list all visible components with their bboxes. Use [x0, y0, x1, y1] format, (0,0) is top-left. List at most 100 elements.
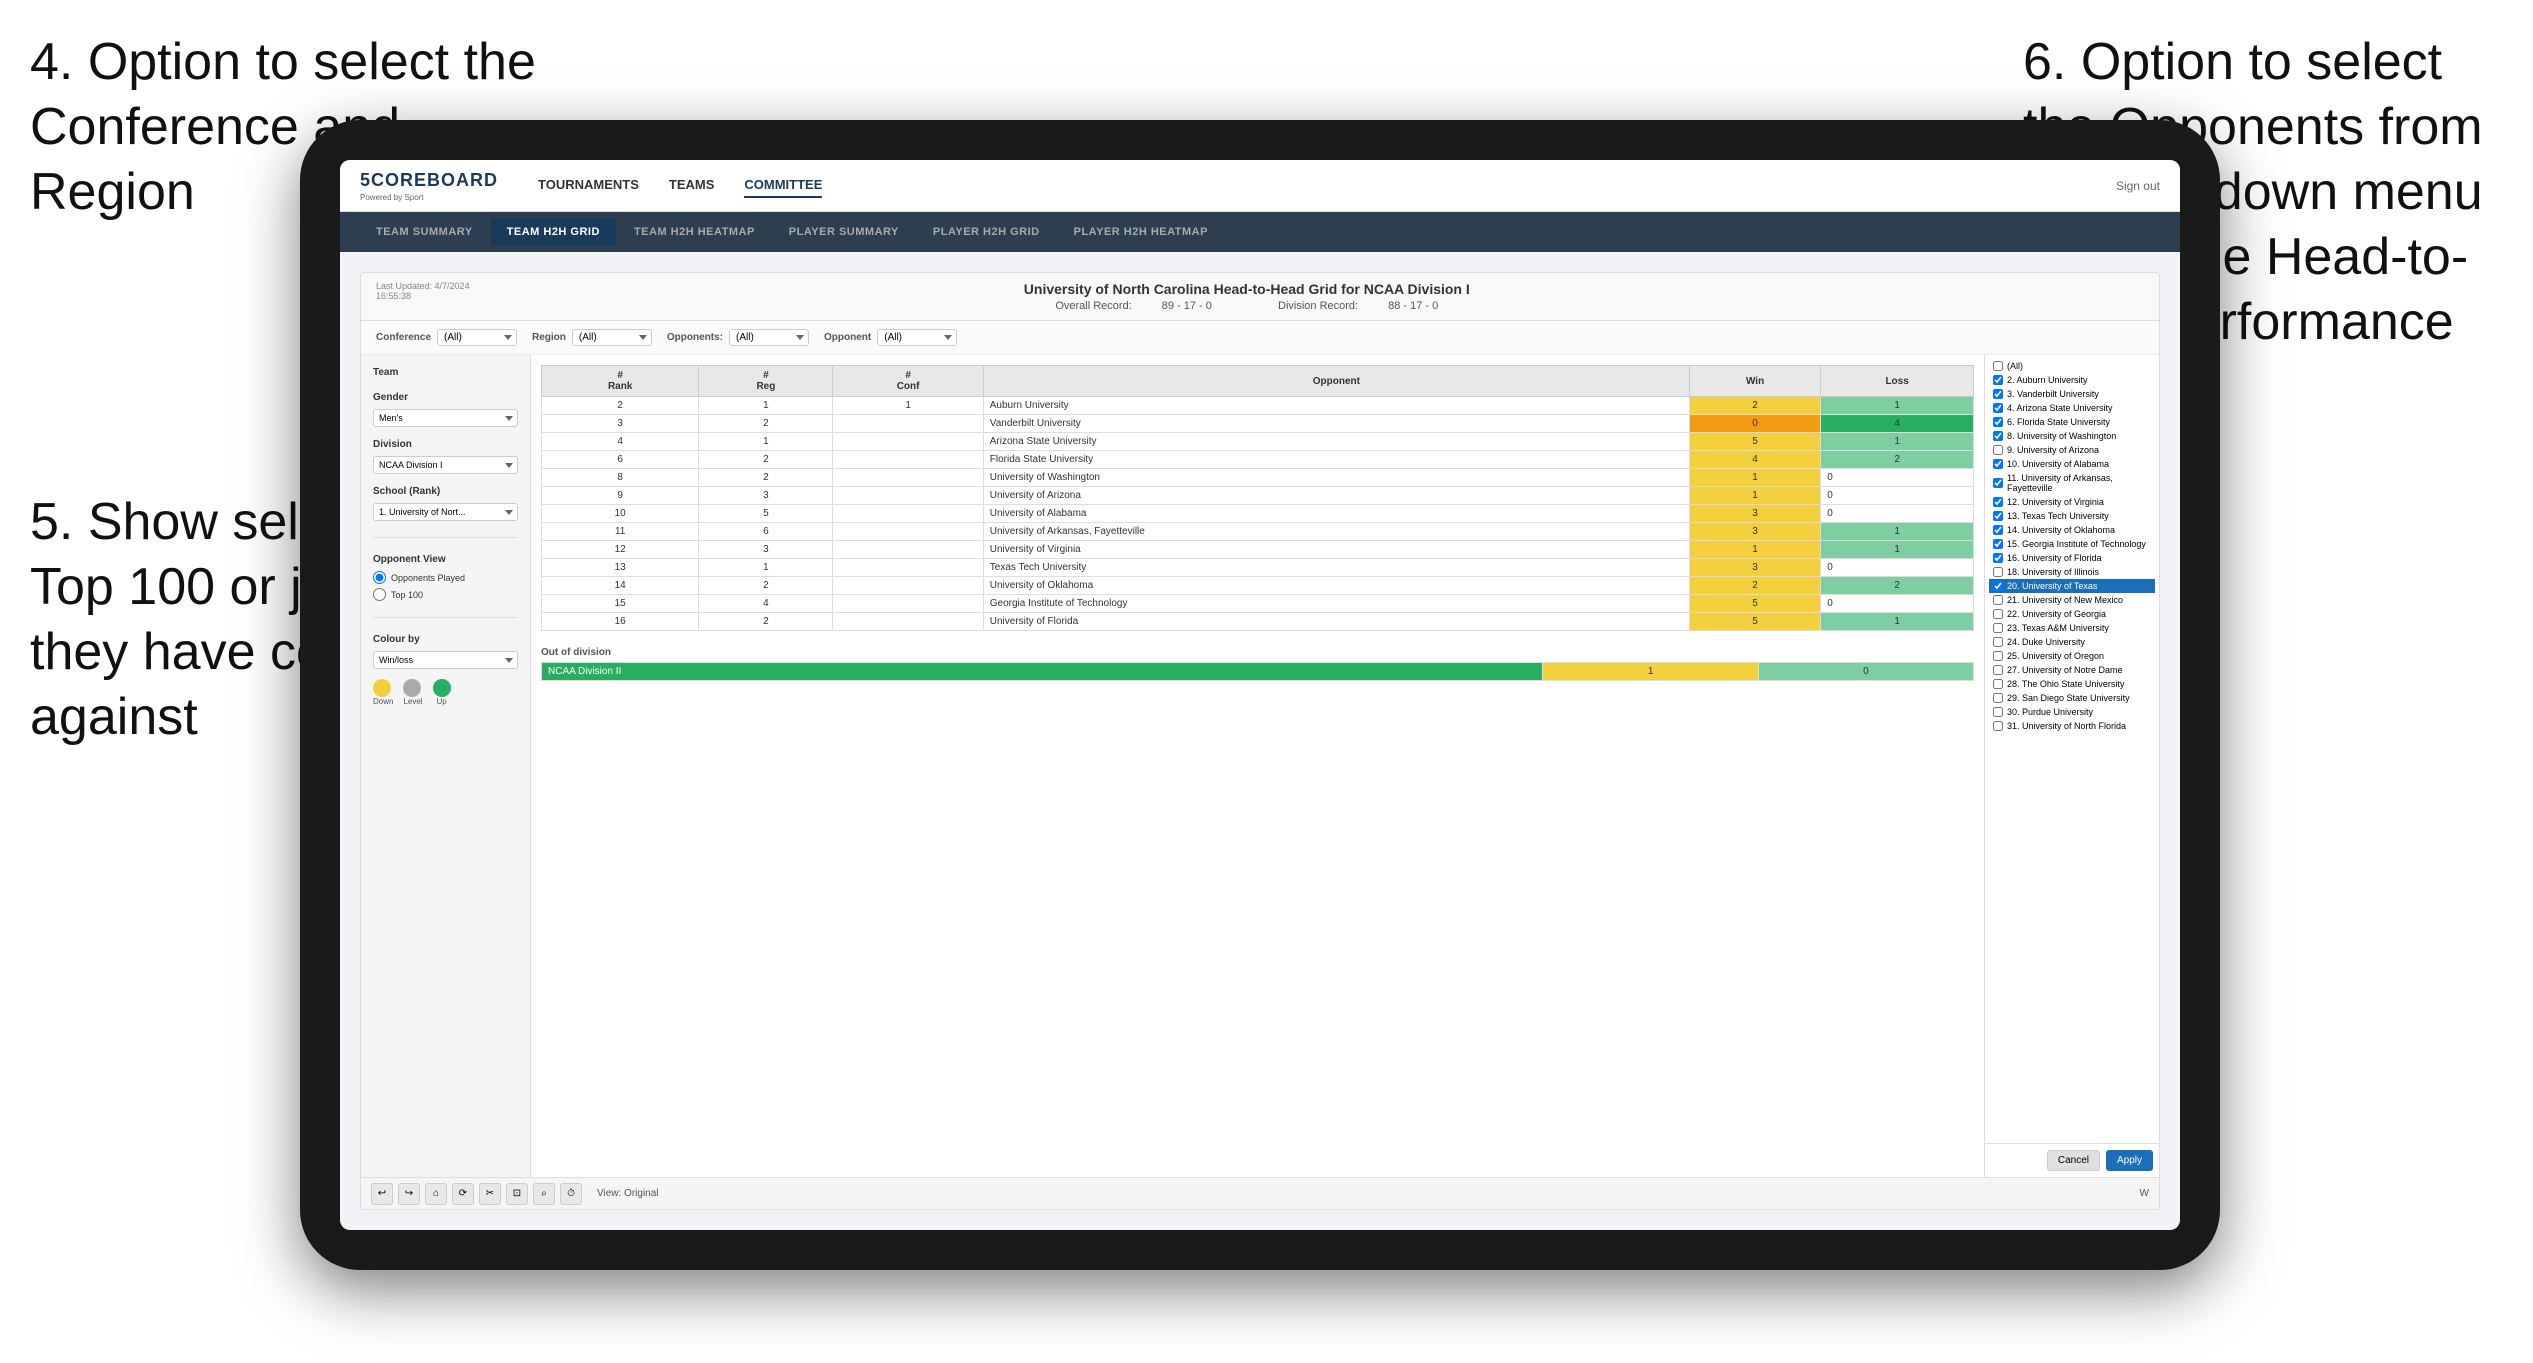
subnav-h2h-heatmap[interactable]: TEAM H2H HEATMAP [618, 218, 771, 246]
dropdown-checkbox[interactable] [1993, 525, 2003, 535]
conference-select[interactable]: (All) [437, 329, 517, 346]
dropdown-item[interactable]: 25. University of Oregon [1989, 649, 2155, 663]
cell-rank: 11 [542, 523, 699, 541]
toolbar-clock[interactable]: ⏱ [560, 1183, 582, 1205]
dropdown-item[interactable]: 10. University of Alabama [1989, 457, 2155, 471]
dropdown-item[interactable]: 23. Texas A&M University [1989, 621, 2155, 635]
cell-win: 4 [1689, 451, 1820, 469]
subnav-team-summary[interactable]: TEAM SUMMARY [360, 218, 489, 246]
nav-committee[interactable]: COMMITTEE [744, 173, 822, 198]
dropdown-checkbox[interactable] [1993, 637, 2003, 647]
dropdown-checkbox[interactable] [1993, 497, 2003, 507]
dropdown-checkbox[interactable] [1993, 445, 2003, 455]
out-div-loss: 0 [1758, 663, 1973, 681]
cell-rank: 12 [542, 541, 699, 559]
dropdown-item[interactable]: 11. University of Arkansas, Fayetteville [1989, 471, 2155, 495]
dropdown-checkbox[interactable] [1993, 431, 2003, 441]
opponents-played-radio[interactable]: Opponents Played [373, 571, 518, 584]
dropdown-item[interactable]: 16. University of Florida [1989, 551, 2155, 565]
dropdown-checkbox[interactable] [1993, 459, 2003, 469]
signout-link[interactable]: Sign out [2116, 179, 2160, 193]
subnav-player-h2h-grid[interactable]: PLAYER H2H GRID [917, 218, 1056, 246]
dropdown-checkbox[interactable] [1993, 511, 2003, 521]
division-label: Division [373, 439, 518, 450]
nav-teams[interactable]: TEAMS [669, 173, 715, 198]
subnav-player-h2h-heatmap[interactable]: PLAYER H2H HEATMAP [1058, 218, 1224, 246]
dropdown-checkbox[interactable] [1993, 665, 2003, 675]
toolbar-cut[interactable]: ✂ [479, 1183, 501, 1205]
toolbar-home[interactable]: ⌂ [425, 1183, 447, 1205]
school-section: School (Rank) 1. University of Nort... [373, 486, 518, 521]
dropdown-item[interactable]: 24. Duke University [1989, 635, 2155, 649]
apply-button[interactable]: Apply [2106, 1150, 2153, 1171]
dropdown-checkbox[interactable] [1993, 375, 2003, 385]
dropdown-item[interactable]: 22. University of Georgia [1989, 607, 2155, 621]
dropdown-item[interactable]: 31. University of North Florida [1989, 719, 2155, 733]
subnav-h2h-grid[interactable]: TEAM H2H GRID [491, 218, 616, 246]
dropdown-checkbox[interactable] [1993, 721, 2003, 731]
division-select[interactable]: NCAA Division I [373, 456, 518, 474]
dropdown-item[interactable]: 20. University of Texas [1989, 579, 2155, 593]
dropdown-item[interactable]: 8. University of Washington [1989, 429, 2155, 443]
report-container: Last Updated: 4/7/2024 16:55:38 Universi… [360, 272, 2160, 1210]
cell-conf [833, 577, 983, 595]
dropdown-checkbox[interactable] [1993, 567, 2003, 577]
toolbar-paste[interactable]: ⌕ [533, 1183, 555, 1205]
dropdown-item[interactable]: 21. University of New Mexico [1989, 593, 2155, 607]
dropdown-checkbox[interactable] [1993, 417, 2003, 427]
dropdown-item[interactable]: 4. Arizona State University [1989, 401, 2155, 415]
cell-win: 5 [1689, 595, 1820, 613]
dropdown-item[interactable]: 13. Texas Tech University [1989, 509, 2155, 523]
dropdown-checkbox[interactable] [1993, 361, 2003, 371]
dropdown-item[interactable]: 14. University of Oklahoma [1989, 523, 2155, 537]
toolbar-back[interactable]: ↩ [371, 1183, 393, 1205]
toolbar-copy[interactable]: ⊡ [506, 1183, 528, 1205]
opponents-filter: Opponents: (All) [667, 329, 809, 346]
dropdown-checkbox[interactable] [1993, 609, 2003, 619]
region-select[interactable]: (All) [572, 329, 652, 346]
gender-select[interactable]: Men's [373, 409, 518, 427]
dropdown-item[interactable]: 9. University of Arizona [1989, 443, 2155, 457]
toolbar-refresh[interactable]: ⟳ [452, 1183, 474, 1205]
dropdown-checkbox[interactable] [1993, 478, 2003, 488]
dropdown-checkbox[interactable] [1993, 539, 2003, 549]
colour-by-select[interactable]: Win/loss [373, 651, 518, 669]
dropdown-checkbox[interactable] [1993, 707, 2003, 717]
cell-win: 3 [1689, 559, 1820, 577]
dropdown-item[interactable]: 27. University of Notre Dame [1989, 663, 2155, 677]
dropdown-item[interactable]: 12. University of Virginia [1989, 495, 2155, 509]
dropdown-checkbox[interactable] [1993, 553, 2003, 563]
cell-opponent: Florida State University [983, 451, 1689, 469]
nav-tournaments[interactable]: TOURNAMENTS [538, 173, 639, 198]
out-of-division: Out of division NCAA Division II 1 0 [541, 647, 1974, 681]
dropdown-checkbox[interactable] [1993, 581, 2003, 591]
top100-radio[interactable]: Top 100 [373, 588, 518, 601]
cancel-button[interactable]: Cancel [2047, 1150, 2100, 1171]
opponent-filter-select[interactable]: (All) [729, 329, 809, 346]
cell-opponent: Vanderbilt University [983, 415, 1689, 433]
dropdown-item[interactable]: 28. The Ohio State University [1989, 677, 2155, 691]
division-record: 88 - 17 - 0 [1388, 300, 1438, 312]
dropdown-checkbox[interactable] [1993, 623, 2003, 633]
dropdown-checkbox[interactable] [1993, 679, 2003, 689]
dropdown-item[interactable]: 30. Purdue University [1989, 705, 2155, 719]
subnav-player-summary[interactable]: PLAYER SUMMARY [773, 218, 915, 246]
dropdown-item[interactable]: 6. Florida State University [1989, 415, 2155, 429]
school-select[interactable]: 1. University of Nort... [373, 503, 518, 521]
dropdown-item[interactable]: 29. San Diego State University [1989, 691, 2155, 705]
dropdown-item[interactable]: 3. Vanderbilt University [1989, 387, 2155, 401]
opponent-select[interactable]: (All) [877, 329, 957, 346]
sidebar-divider-1 [373, 537, 518, 538]
toolbar-forward[interactable]: ↪ [398, 1183, 420, 1205]
cell-opponent: University of Alabama [983, 505, 1689, 523]
dropdown-item[interactable]: 18. University of Illinois [1989, 565, 2155, 579]
dropdown-checkbox[interactable] [1993, 693, 2003, 703]
dropdown-item[interactable]: 15. Georgia Institute of Technology [1989, 537, 2155, 551]
dropdown-item[interactable]: 2. Auburn University [1989, 373, 2155, 387]
dropdown-checkbox[interactable] [1993, 595, 2003, 605]
dropdown-checkbox[interactable] [1993, 651, 2003, 661]
dropdown-item[interactable]: (All) [1989, 359, 2155, 373]
table-row: 13 1 Texas Tech University 3 0 [542, 559, 1974, 577]
dropdown-checkbox[interactable] [1993, 389, 2003, 399]
dropdown-checkbox[interactable] [1993, 403, 2003, 413]
